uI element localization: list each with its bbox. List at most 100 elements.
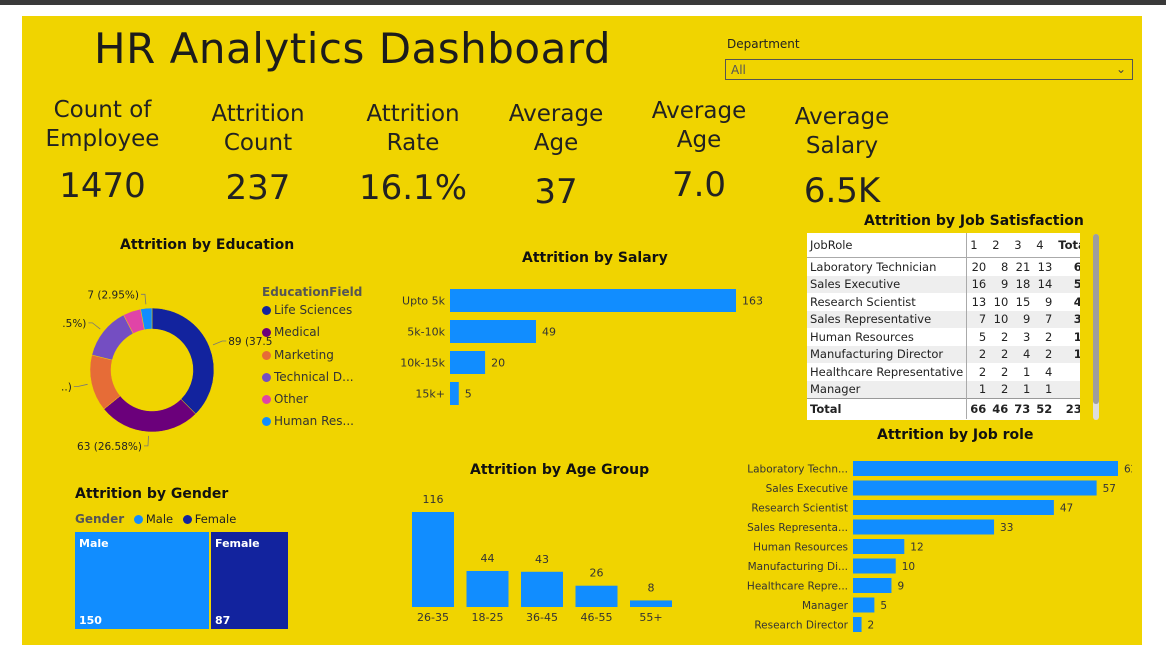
table-cell: 8: [1000, 259, 1009, 274]
education-legend-item[interactable]: Technical D...: [262, 370, 354, 392]
education-legend-item[interactable]: Medical: [262, 325, 354, 347]
table-cell: 9: [1055, 363, 1080, 381]
education-legend-item[interactable]: Human Res...: [262, 414, 354, 436]
table-row[interactable]: Human Resources523212: [807, 328, 1080, 346]
education-legend-item[interactable]: Marketing: [262, 348, 354, 370]
bar-3[interactable]: [450, 382, 459, 405]
bar-7[interactable]: [853, 597, 875, 613]
bar-value-label: 5: [465, 388, 472, 401]
table-cell: 13: [1037, 259, 1053, 274]
table-header-cell[interactable]: 4: [1033, 233, 1056, 258]
table-cell: 7: [1033, 310, 1056, 328]
table-header-cell[interactable]: JobRole: [807, 233, 968, 258]
table-cell: 2: [978, 364, 987, 379]
female-legend-label: Female: [194, 512, 237, 526]
table-cell: 1: [1011, 380, 1034, 399]
bar-category-label: 26-35: [417, 611, 449, 624]
department-slicer-label: Department: [727, 37, 800, 51]
donut-leader-0: [212, 340, 227, 346]
legend-label: Life Sciences: [274, 303, 353, 317]
bar-category-label: Laboratory Techn...: [747, 464, 848, 476]
legend-dot: [262, 328, 271, 338]
table-total-cell: Total: [807, 398, 968, 419]
table-cell: 2: [966, 345, 990, 363]
bar-value-label: 8: [648, 581, 655, 594]
treemap-male-tile[interactable]: Male 150: [75, 532, 209, 629]
bar-value-label: 9: [897, 581, 904, 593]
table-cell: 62: [1073, 259, 1080, 274]
chevron-down-icon: ⌄: [1115, 62, 1126, 76]
table-header-cell[interactable]: Total: [1055, 233, 1080, 258]
kpi-value: 1470: [59, 166, 146, 206]
kpi-value: 16.1%: [358, 168, 467, 208]
table-cell: 33: [1055, 310, 1080, 328]
table-cell: 5: [1055, 380, 1080, 399]
table-row[interactable]: Manager12115: [807, 380, 1080, 399]
legend-label: Human Res...: [274, 414, 354, 429]
table-cell: Manufacturing Director: [807, 345, 968, 363]
education-chart-title: Attrition by Education: [120, 237, 295, 253]
bar-3[interactable]: [853, 519, 995, 535]
table-row[interactable]: Manufacturing Director224210: [807, 345, 1080, 363]
bar-value-label: 116: [423, 493, 444, 506]
age-bar-0[interactable]: [412, 512, 454, 607]
donut-leader-1: [143, 435, 149, 447]
table-scrollbar-track[interactable]: [1093, 234, 1099, 420]
kpi-label: Average Age: [651, 98, 747, 153]
age-group-bar-chart: 116 26-35 44 18-25 43 36-45 26 46-55 8 55+: [412, 493, 672, 624]
table-header-cell[interactable]: 1: [966, 233, 990, 258]
education-legend-item[interactable]: Other: [262, 392, 354, 414]
age-bar-4[interactable]: [630, 600, 672, 607]
table-cell: Research Scientist: [807, 293, 968, 311]
table-total-cell: 52: [1033, 398, 1056, 419]
education-legend-title: EducationField: [262, 285, 363, 299]
education-legend-item[interactable]: Life Sciences: [262, 303, 354, 325]
age-bar-2[interactable]: [521, 571, 563, 607]
table-cell: 3: [1022, 329, 1031, 344]
bar-0[interactable]: [853, 461, 1118, 476]
male-tile-label: Male: [79, 537, 109, 550]
table-header-cell[interactable]: 3: [1011, 233, 1034, 258]
table-row[interactable]: Sales Executive169181457: [807, 275, 1080, 293]
bar-2[interactable]: [450, 351, 486, 374]
donut-leader-5: [140, 293, 147, 305]
bar-category-label: Human Resources: [753, 542, 848, 554]
bar-value-label: 163: [742, 295, 763, 308]
table-scrollbar-thumb[interactable]: [1093, 234, 1099, 404]
table-header-cell[interactable]: 2: [989, 233, 1012, 258]
table-row[interactable]: Sales Representative7109733: [807, 310, 1080, 328]
bar-8[interactable]: [853, 617, 862, 632]
table-cell: 1: [966, 380, 990, 399]
legend-label: Marketing: [274, 347, 334, 362]
table-cell: 10: [1055, 345, 1080, 363]
donut-slice-0[interactable]: [151, 307, 215, 415]
bar-1[interactable]: [853, 480, 1097, 496]
bar-0[interactable]: [450, 289, 736, 312]
gender-treemap: Male 150 Female 87: [75, 532, 288, 629]
job-satisfaction-title: Attrition by Job Satisfaction: [864, 213, 1084, 229]
table-row[interactable]: Research Scientist13 10 15 9 47: [807, 293, 1080, 311]
department-slicer-dropdown[interactable]: All ⌄: [725, 59, 1133, 80]
age-bar-3[interactable]: [575, 585, 618, 607]
kpi-label: Average Age: [508, 101, 604, 156]
bar-6[interactable]: [853, 578, 892, 593]
table-cell: Sales Representative: [807, 310, 968, 328]
treemap-female-tile[interactable]: Female 87: [211, 532, 288, 629]
donut-slice-1[interactable]: [103, 395, 197, 433]
job-role-bar-chart: Laboratory Techn... 62 Sales Executive 57 Re…: [747, 461, 1132, 632]
table-row[interactable]: Laboratory Technician20 8 21 13 62: [807, 257, 1080, 276]
kpi-label: Count of Employee: [45, 97, 160, 152]
bar-4[interactable]: [853, 539, 905, 554]
table-row[interactable]: Healthcare Representative22149: [807, 363, 1080, 381]
legend-label: Other: [274, 392, 309, 407]
bar-value-label: 43: [535, 553, 549, 566]
job-role-chart-title: Attrition by Job role: [877, 427, 1034, 443]
age-bar-1[interactable]: [466, 570, 509, 607]
bar-5[interactable]: [853, 558, 896, 574]
bar-1[interactable]: [450, 320, 536, 343]
table-cell: Human Resources: [807, 328, 968, 346]
male-legend-label: Male: [145, 512, 174, 526]
bar-2[interactable]: [853, 500, 1054, 515]
bar-category-label: 5k-10k: [407, 326, 445, 339]
job-satisfaction-table-container[interactable]: JobRole1234TotalLaboratory Technician208…: [807, 233, 1080, 420]
